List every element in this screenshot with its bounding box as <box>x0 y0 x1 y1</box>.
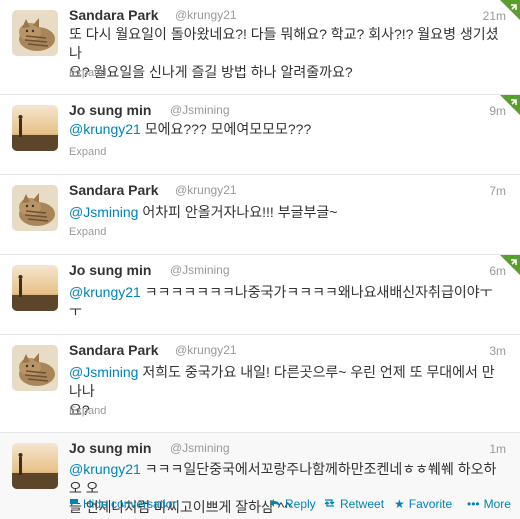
expand-link[interactable]: Expand <box>69 226 106 238</box>
avatar-sunset[interactable] <box>12 105 58 151</box>
conversation-timeline: Sandara Park @krungy21 21m 또 다시 월요일이 돌아왔… <box>0 0 520 519</box>
tweet-item[interactable]: Jo sung min @Jsmining 9m @krungy21 모에요??… <box>0 95 520 175</box>
expand-link[interactable]: Expand <box>69 67 106 79</box>
retweet-icon <box>323 498 336 510</box>
mention-link[interactable]: @krungy21 <box>69 461 141 477</box>
retweeted-corner-icon <box>500 255 520 275</box>
tweet-text-line: 또 다시 월요일이 돌아왔네요?! 다들 뭐해요? 학교? 회사?!? 월요병 … <box>69 26 499 61</box>
mention-link[interactable]: @Jsmining <box>69 364 138 380</box>
more-label: More <box>483 497 511 511</box>
author-name[interactable]: Sandara Park <box>69 7 159 23</box>
hide-conversation-button[interactable]: Hide conversation <box>69 497 179 511</box>
chat-bubble-icon <box>69 498 79 510</box>
star-icon: ★ <box>394 497 405 511</box>
expand-link[interactable]: Expand <box>69 146 106 158</box>
author-name[interactable]: Jo sung min <box>69 440 151 456</box>
avatar-sunset[interactable] <box>12 265 58 311</box>
expand-link[interactable]: Expand <box>69 405 106 417</box>
author-username[interactable]: @Jsmining <box>170 263 230 277</box>
tweet-text-line: 요? 월요일을 신나게 즐길 방법 하나 알려줄까요? <box>69 64 353 80</box>
author-username[interactable]: @krungy21 <box>175 343 237 357</box>
tweet-text: @krungy21 모에요??? 모에여모모모??? <box>69 120 500 139</box>
author-username[interactable]: @Jsmining <box>170 441 230 455</box>
author-username[interactable]: @Jsmining <box>170 103 230 117</box>
hide-conversation-label: Hide conversation <box>83 497 180 511</box>
retweet-label: Retweet <box>340 497 385 511</box>
retweet-button[interactable]: Retweet <box>323 497 384 511</box>
tweet-timestamp[interactable]: 1m <box>489 442 506 456</box>
tweet-text: @Jsmining 저희도 중국가요 내일! 다른곳으루~ 우린 언제 또 무대… <box>69 363 500 420</box>
tweet-text: @krungy21 ㅋㅋㅋㅋㅋㅋㅋ나중국가ㅋㅋㅋㅋ왜나요새배신자취급이야ㅜㅜ <box>69 283 500 321</box>
author-username[interactable]: @krungy21 <box>175 8 237 22</box>
author-name[interactable]: Jo sung min <box>69 102 151 118</box>
author-name[interactable]: Jo sung min <box>69 262 151 278</box>
mention-link[interactable]: @krungy21 <box>69 121 141 137</box>
tweet-text-line: 요? <box>69 402 90 418</box>
favorite-button[interactable]: ★ Favorite <box>394 497 452 511</box>
author-name[interactable]: Sandara Park <box>69 182 159 198</box>
mention-link[interactable]: @Jsmining <box>69 204 138 220</box>
tweet-actions: Hide conversation Reply Retweet ★ Favori… <box>69 497 511 513</box>
tweet-text: @Jsmining 어차피 안올거자나요!!! 부글부글~ <box>69 203 500 222</box>
avatar-cat[interactable] <box>12 345 58 391</box>
tweet-item[interactable]: Jo sung min @Jsmining 6m @krungy21 ㅋㅋㅋㅋㅋ… <box>0 255 520 335</box>
more-button[interactable]: ••• More <box>467 497 511 511</box>
tweet-timestamp[interactable]: 3m <box>489 344 506 358</box>
tweet-timestamp[interactable]: 7m <box>489 184 506 198</box>
avatar-sunset[interactable] <box>12 443 58 489</box>
tweet-item[interactable]: Sandara Park @krungy21 7m @Jsmining 어차피 … <box>0 175 520 255</box>
avatar-cat[interactable] <box>12 10 58 56</box>
dots-icon: ••• <box>467 497 480 511</box>
author-name[interactable]: Sandara Park <box>69 342 159 358</box>
tweet-item[interactable]: Sandara Park @krungy21 21m 또 다시 월요일이 돌아왔… <box>0 0 520 95</box>
tweet-text: 또 다시 월요일이 돌아왔네요?! 다들 뭐해요? 학교? 회사?!? 월요병 … <box>69 25 500 82</box>
tweet-item-focused[interactable]: Jo sung min @Jsmining 1m @krungy21 ㅋㅋㅋ일단… <box>0 433 520 519</box>
mention-link[interactable]: @krungy21 <box>69 284 141 300</box>
author-username[interactable]: @krungy21 <box>175 183 237 197</box>
favorite-label: Favorite <box>408 497 453 511</box>
retweeted-corner-icon <box>500 0 520 20</box>
tweet-text-line: 어차피 안올거자나요!!! 부글부글~ <box>138 204 338 220</box>
tweet-item[interactable]: Sandara Park @krungy21 3m @Jsmining 저희도 … <box>0 335 520 433</box>
reply-arrow-icon <box>269 498 281 510</box>
retweeted-corner-icon <box>500 95 520 115</box>
tweet-text-line: 모에요??? 모에여모모모??? <box>140 121 312 137</box>
avatar-cat[interactable] <box>12 185 58 231</box>
reply-button[interactable]: Reply <box>269 497 316 511</box>
reply-label: Reply <box>285 497 316 511</box>
